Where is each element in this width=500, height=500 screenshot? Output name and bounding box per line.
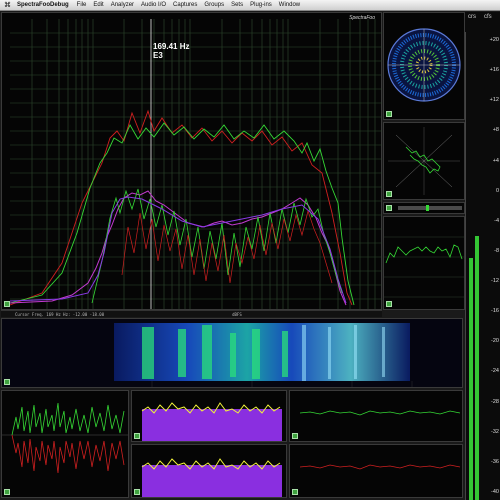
meter-scale-label: -40	[491, 489, 499, 495]
waveform-plot-bottom[interactable]	[290, 445, 462, 497]
level-history-toggle[interactable]	[386, 301, 392, 307]
meter-scale-label: +4	[492, 157, 499, 164]
menu-groups[interactable]: Groups	[204, 2, 224, 8]
lissajous-plot[interactable]	[384, 123, 464, 199]
level-history-panel[interactable]	[383, 216, 465, 310]
spectrum-status-bar: Cursor Freq. 169 Hz Hz: -12.00 -18.00 dB…	[1, 310, 382, 317]
meter-scale-label: +8	[492, 127, 499, 134]
sonogram-plot[interactable]	[2, 319, 463, 388]
meter-scale-label: -28	[491, 398, 499, 405]
envelope-plot-top[interactable]	[132, 391, 286, 441]
menu-bar: ⌘ SpectraFooDebug File Edit Analyzer Aud…	[0, 0, 500, 11]
lissajous-toggle[interactable]	[386, 191, 392, 197]
meter-scale-label: -12	[491, 278, 499, 285]
oscilloscope-toggle[interactable]	[4, 489, 10, 495]
level-history-plot[interactable]	[384, 217, 464, 309]
meter-scale-label: -24	[491, 368, 499, 375]
spectrum-analyzer-panel[interactable]: SpectraFoo 169.41 Hz E3	[1, 12, 382, 310]
menu-analyzer[interactable]: Analyzer	[111, 2, 134, 8]
balance-toggle[interactable]	[386, 205, 392, 211]
meter-scale: +20 +16 +12 +8 +4 0 -4 -8 -12 -16 -20 -24 -28 -32 -36 -…	[479, 32, 499, 500]
status-cursor-info: Cursor Freq. 169 Hz Hz: -12.00 -18.00	[15, 311, 105, 317]
balance-slider-thumb	[426, 205, 429, 211]
meter-header-crs: crs	[468, 14, 476, 20]
oscilloscope-plot[interactable]	[2, 391, 128, 497]
envelope-plot-bottom[interactable]	[132, 445, 286, 497]
spectrafoo-logo: SpectraFoo	[349, 15, 375, 21]
menu-sets[interactable]: Sets	[231, 2, 243, 8]
right-analyzer-column	[383, 12, 465, 310]
spectrum-trace-red	[9, 109, 353, 306]
waveform-top-toggle[interactable]	[292, 433, 298, 439]
meter-scale-label: +16	[489, 67, 499, 74]
phase-scope-toggle[interactable]	[386, 111, 392, 117]
status-units: dBFS	[232, 311, 242, 317]
lissajous-panel[interactable]	[383, 122, 465, 200]
menu-window[interactable]: Window	[279, 2, 300, 8]
waveform-plot-top[interactable]	[290, 391, 462, 441]
phase-scope-panel[interactable]	[383, 12, 465, 120]
app-name-menu[interactable]: SpectraFooDebug	[17, 2, 69, 8]
spectrum-grid	[10, 19, 382, 309]
menu-audio-io[interactable]: Audio I/O	[141, 2, 166, 8]
spectrum-plot[interactable]	[2, 13, 383, 311]
envelope-scope-bottom[interactable]	[131, 444, 287, 498]
bottom-scopes-row	[1, 390, 463, 500]
oscilloscope-panel[interactable]	[1, 390, 129, 498]
apple-menu-icon[interactable]: ⌘	[4, 1, 11, 9]
meter-scale-label: +20	[489, 37, 499, 43]
sonogram-panel[interactable]	[1, 318, 463, 388]
menu-plug-ins[interactable]: Plug-ins	[250, 2, 272, 8]
balance-slider-panel[interactable]	[383, 202, 465, 214]
meter-scale-label: -32	[491, 428, 499, 435]
menu-captures[interactable]: Captures	[173, 2, 197, 8]
meter-scale-label: +12	[489, 97, 499, 104]
phase-scope-plot[interactable]	[384, 13, 464, 119]
spectrum-trace-purple	[9, 196, 347, 304]
level-meter: +20 +16 +12 +8 +4 0 -4 -8 -12 -16 -20 -24 -28 -32 -36 -…	[465, 32, 500, 500]
meter-scale-label: -20	[491, 338, 499, 345]
menu-file[interactable]: File	[77, 2, 87, 8]
spectrum-options-toggle[interactable]	[4, 301, 10, 307]
envelope-bottom-toggle[interactable]	[134, 489, 140, 495]
meter-scale-label: -4	[494, 217, 499, 224]
waveform-bottom-toggle[interactable]	[292, 489, 298, 495]
meter-scale-label: -8	[494, 247, 499, 254]
cursor-readout: 169.41 Hz E3	[153, 42, 189, 60]
meter-scale-label: -36	[491, 458, 499, 465]
menu-edit[interactable]: Edit	[93, 2, 103, 8]
meter-bar-left	[469, 258, 473, 500]
spectrum-trace-green-lower	[91, 188, 343, 304]
level-meter-header: crs cfs	[465, 12, 500, 32]
sonogram-toggle[interactable]	[4, 379, 10, 385]
waveform-scope-top[interactable]	[289, 390, 463, 442]
meter-header-cfs: cfs	[484, 14, 492, 20]
meter-scale-label: 0	[495, 187, 499, 194]
meter-scale-label: -16	[491, 308, 499, 315]
waveform-scope-bottom[interactable]	[289, 444, 463, 498]
envelope-top-toggle[interactable]	[134, 433, 140, 439]
cursor-note: E3	[153, 51, 163, 60]
cursor-frequency: 169.41 Hz	[153, 42, 190, 51]
envelope-scope-top[interactable]	[131, 390, 287, 442]
